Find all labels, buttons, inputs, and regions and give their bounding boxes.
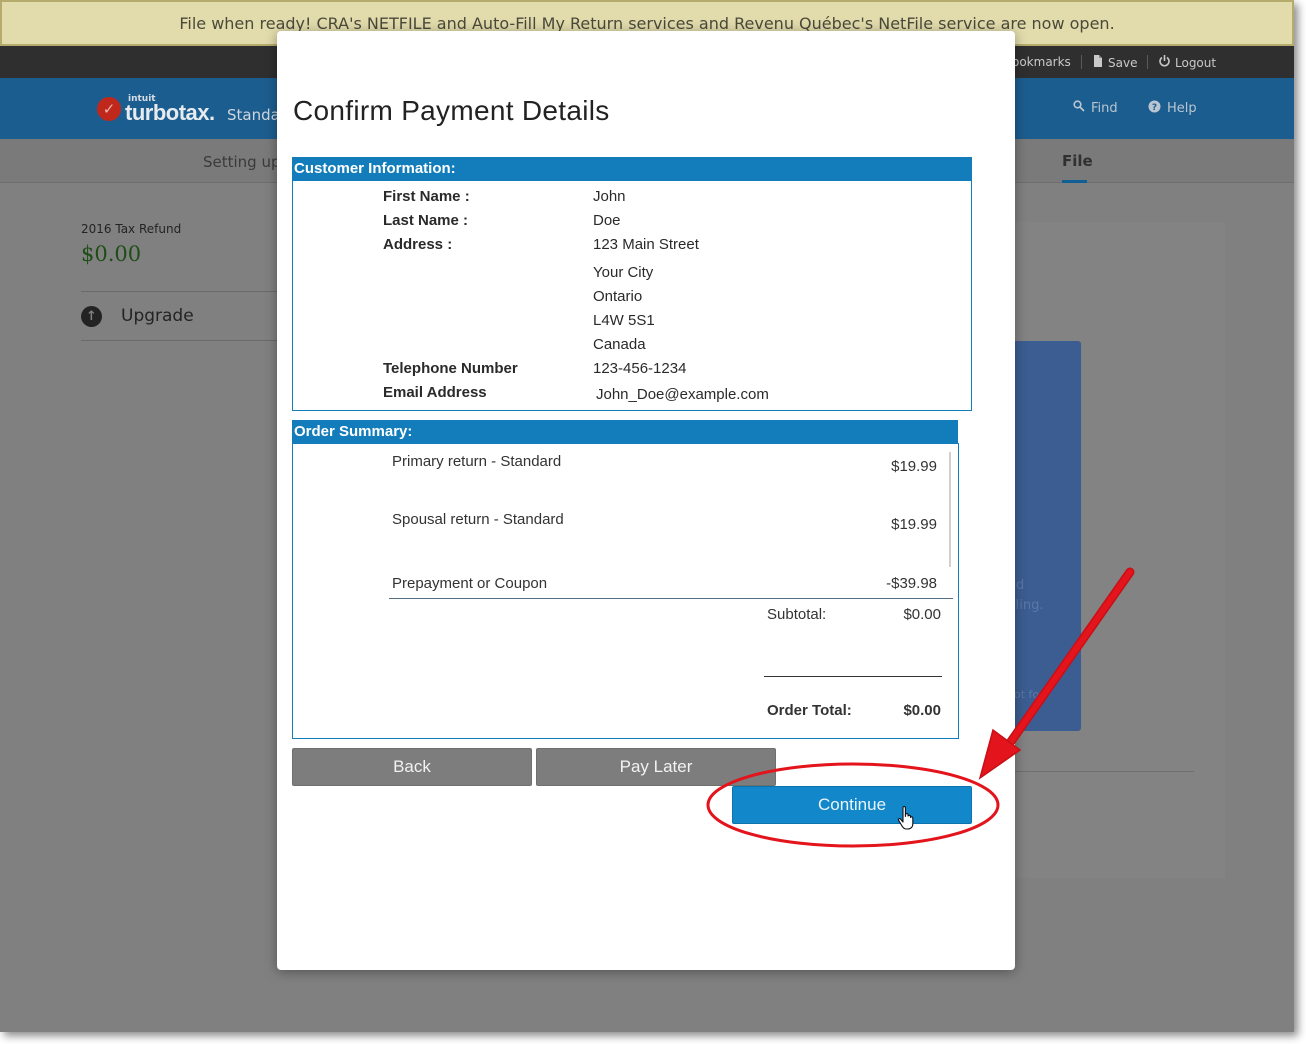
order-item-price: $19.99	[891, 516, 937, 533]
bookmarks-link[interactable]: ookmarks	[1012, 55, 1071, 69]
search-icon	[1073, 100, 1085, 116]
turbotax-check-icon: ✓	[97, 97, 121, 121]
logout-label: Logout	[1175, 55, 1217, 70]
upgrade-link[interactable]: Upgrade	[121, 306, 194, 326]
document-icon	[1093, 55, 1103, 70]
divider	[389, 598, 953, 599]
help-icon: ?	[1148, 100, 1161, 117]
modal-title: Confirm Payment Details	[293, 95, 610, 126]
power-icon	[1159, 55, 1170, 70]
find-label: Find	[1091, 100, 1118, 116]
banner-text: File when ready! CRA's NETFILE and Auto-…	[179, 13, 1115, 33]
first-name-label: First Name :	[383, 188, 470, 205]
order-item-price: -$39.98	[886, 575, 937, 592]
step-file[interactable]: File	[1062, 152, 1093, 170]
subtotal-value: $0.00	[903, 606, 941, 623]
divider	[81, 340, 281, 341]
svg-text:?: ?	[1152, 103, 1157, 113]
address-postal-code: L4W 5S1	[593, 312, 655, 329]
find-link[interactable]: Find	[1073, 100, 1118, 116]
step-setting-up[interactable]: Setting up	[203, 153, 281, 171]
logout-link[interactable]: Logout	[1159, 55, 1216, 70]
order-item-name: Primary return - Standard	[392, 453, 562, 470]
refund-amount: $0.00	[81, 242, 142, 266]
subtotal-label: Subtotal:	[767, 606, 827, 623]
divider	[81, 291, 281, 292]
divider	[1147, 55, 1148, 69]
save-link[interactable]: Save	[1093, 55, 1137, 70]
background-card-text: iling.	[1012, 598, 1044, 613]
divider	[1081, 55, 1082, 69]
pay-later-button[interactable]: Pay Later	[536, 748, 776, 786]
email-value: John_Doe@example.com	[596, 386, 769, 403]
divider	[1000, 771, 1194, 772]
order-summary-header: Order Summary:	[292, 420, 958, 443]
save-label: Save	[1108, 55, 1138, 70]
arrow-up-circle-icon: ↑	[81, 306, 102, 327]
order-item-name: Spousal return - Standard	[392, 511, 564, 528]
bookmarks-label: ookmarks	[1012, 55, 1071, 69]
customer-info-header: Customer Information:	[292, 157, 972, 180]
phone-value: 123-456-1234	[593, 360, 687, 377]
address-province: Ontario	[593, 288, 643, 305]
help-link[interactable]: ? Help	[1148, 100, 1197, 117]
hand-cursor-icon	[897, 805, 919, 835]
address-street: 123 Main Street	[593, 236, 699, 253]
email-label: Email Address	[383, 384, 487, 401]
address-country: Canada	[593, 336, 646, 353]
app-window: File when ready! CRA's NETFILE and Auto-…	[0, 0, 1294, 1032]
continue-button[interactable]: Continue	[732, 786, 972, 824]
customer-info-box: First Name : John Last Name : Doe Addres…	[292, 180, 972, 411]
last-name-label: Last Name :	[383, 212, 469, 229]
order-summary-box: Primary return - Standard $19.99 Spousal…	[292, 443, 959, 739]
product-edition: Standa	[227, 106, 280, 124]
scrollbar[interactable]	[949, 452, 951, 567]
last-name-value: Doe	[593, 212, 621, 229]
active-step-indicator	[1062, 180, 1087, 183]
order-item-name: Prepayment or Coupon	[392, 575, 548, 592]
brand-logo-text: turbotax.	[125, 100, 215, 125]
help-label: Help	[1167, 101, 1197, 116]
refund-label: 2016 Tax Refund	[81, 222, 182, 236]
order-total-value: $0.00	[903, 702, 941, 719]
back-button[interactable]: Back	[292, 748, 532, 786]
background-card-text: d	[1016, 578, 1025, 593]
divider	[764, 676, 942, 677]
order-total-label: Order Total:	[767, 702, 852, 719]
background-card-text: ot fo	[1014, 688, 1040, 701]
phone-label: Telephone Number	[383, 360, 518, 377]
order-item-price: $19.99	[891, 458, 937, 475]
address-city: Your City	[593, 264, 654, 281]
address-label: Address :	[383, 236, 453, 253]
first-name-value: John	[593, 188, 626, 205]
